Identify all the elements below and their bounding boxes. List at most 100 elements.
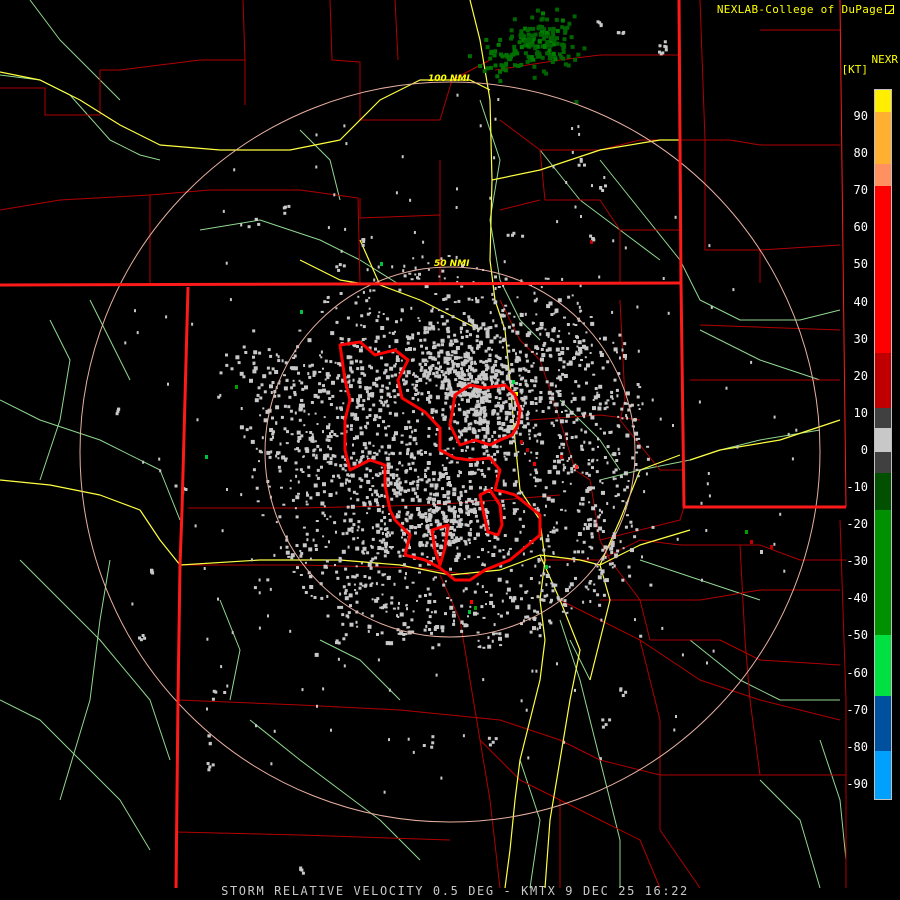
radar-echo-pixel: [519, 388, 524, 393]
legend-tick-label: -20: [846, 517, 868, 532]
radar-echo-pixel: [502, 549, 505, 551]
radar-echo-pixel: [460, 538, 463, 541]
radar-echo-pixel: [507, 372, 510, 376]
radar-echo-pixel: [308, 375, 312, 379]
radar-echo-pixel: [437, 374, 442, 379]
radar-echo-pixel: [450, 436, 454, 440]
radar-echo-pixel: [493, 409, 497, 413]
radar-echo-pixel: [625, 433, 630, 438]
radar-echo-pixel: [553, 312, 556, 315]
radar-echo-pixel: [591, 506, 596, 511]
radar-echo-pixel: [624, 690, 628, 694]
radar-echo-pixel: [389, 641, 394, 646]
radar-echo-pixel: [437, 361, 440, 365]
radar-echo-pixel: [350, 412, 355, 417]
radar-echo-pixel: [392, 390, 395, 393]
radar-echo-pixel: [535, 313, 538, 316]
radar-echo-pixel: [253, 350, 258, 355]
radar-echo-pixel: [467, 54, 472, 59]
radar-echo-pixel: [621, 500, 625, 503]
radar-echo-pixel: [357, 520, 361, 524]
radar-echo-pixel: [362, 552, 366, 555]
radar-echo-pixel: [599, 757, 602, 761]
radar-echo-pixel: [518, 517, 522, 521]
radar-echo-pixel: [553, 526, 556, 529]
radar-echo-pixel: [165, 315, 168, 319]
radar-echo-pixel: [360, 314, 364, 318]
radar-echo-pixel: [393, 582, 396, 586]
radar-echo-pixel: [323, 416, 326, 419]
radar-echo-pixel: [413, 347, 416, 351]
radar-echo-pixel: [787, 432, 790, 436]
radar-echo-pixel: [524, 379, 528, 383]
radar-echo-pixel: [378, 449, 381, 453]
radar-echo-pixel: [305, 532, 309, 536]
radar-echo-pixel: [590, 343, 593, 347]
radar-echo-pixel: [494, 275, 497, 279]
radar-echo-pixel: [405, 572, 407, 576]
radar-echo-pixel: [534, 379, 538, 383]
radar-echo-pixel: [385, 527, 389, 531]
radar-echo-pixel: [544, 34, 549, 39]
radar-echo-pixel: [561, 43, 566, 48]
radar-echo-pixel: [528, 436, 531, 440]
radar-echo-pixel: [390, 497, 394, 501]
radar-echo-pixel: [571, 150, 574, 154]
radar-echo-pixel: [235, 385, 238, 389]
radar-echo-pixel: [431, 735, 435, 739]
radar-echo-pixel: [529, 577, 533, 580]
radar-echo-pixel: [442, 583, 446, 587]
radar-echo-pixel: [313, 393, 318, 398]
radar-echo-pixel: [539, 366, 544, 371]
radar-echo-pixel: [548, 353, 552, 357]
radar-echo-pixel: [491, 298, 495, 301]
radar-echo-pixel: [436, 321, 439, 324]
radar-echo-pixel: [533, 384, 537, 388]
radar-echo-pixel: [639, 469, 642, 472]
radar-echo-pixel: [568, 332, 571, 335]
radar-echo-pixel: [534, 397, 538, 401]
radar-echo-pixel: [402, 412, 405, 415]
radar-echo-pixel: [536, 26, 541, 31]
radar-echo-pixel: [494, 396, 498, 400]
radar-echo-pixel: [576, 52, 581, 57]
radar-echo-pixel: [374, 347, 377, 351]
radar-echo-pixel: [384, 368, 388, 372]
radar-echo-pixel: [551, 30, 555, 35]
radar-echo-pixel: [382, 313, 385, 315]
radar-echo-pixel: [773, 415, 776, 419]
radar-echo-pixel: [469, 521, 472, 525]
radar-echo-pixel: [568, 585, 571, 589]
radar-echo-pixel: [545, 17, 549, 22]
radar-echo-pixel: [649, 583, 653, 587]
radar-echo-pixel: [476, 461, 480, 465]
radar-echo-pixel: [301, 871, 305, 875]
radar-echo-pixel: [619, 540, 622, 544]
radar-echo-pixel: [456, 421, 460, 424]
radar-echo-pixel: [587, 462, 591, 466]
radar-echo-pixel: [611, 566, 614, 569]
radar-echo-pixel: [358, 394, 363, 399]
radar-echo-pixel: [459, 501, 463, 504]
radar-echo-pixel: [630, 524, 633, 528]
radar-echo-pixel: [487, 736, 491, 740]
radar-echo-pixel: [283, 404, 287, 408]
radar-echo-pixel: [489, 311, 492, 315]
radar-echo-pixel: [368, 408, 372, 412]
radar-echo-pixel: [521, 524, 525, 528]
radar-echo-pixel: [506, 451, 511, 456]
radar-echo-pixel: [592, 238, 596, 242]
radar-echo-pixel: [438, 275, 441, 278]
radar-echo-pixel: [365, 467, 369, 471]
radar-echo-pixel: [327, 226, 330, 230]
radar-echo-pixel: [432, 477, 436, 481]
radar-echo-pixel: [429, 523, 433, 527]
radar-echo-pixel: [616, 351, 618, 354]
radar-echo-pixel: [515, 381, 519, 385]
radar-echo-pixel: [566, 54, 571, 59]
radar-echo-pixel: [449, 567, 452, 571]
radar-echo-pixel: [416, 599, 418, 602]
radar-echo-pixel: [571, 294, 574, 297]
credit-link[interactable]: NEXLAB-College of DuPage: [717, 3, 894, 16]
radar-echo-pixel: [351, 529, 354, 533]
